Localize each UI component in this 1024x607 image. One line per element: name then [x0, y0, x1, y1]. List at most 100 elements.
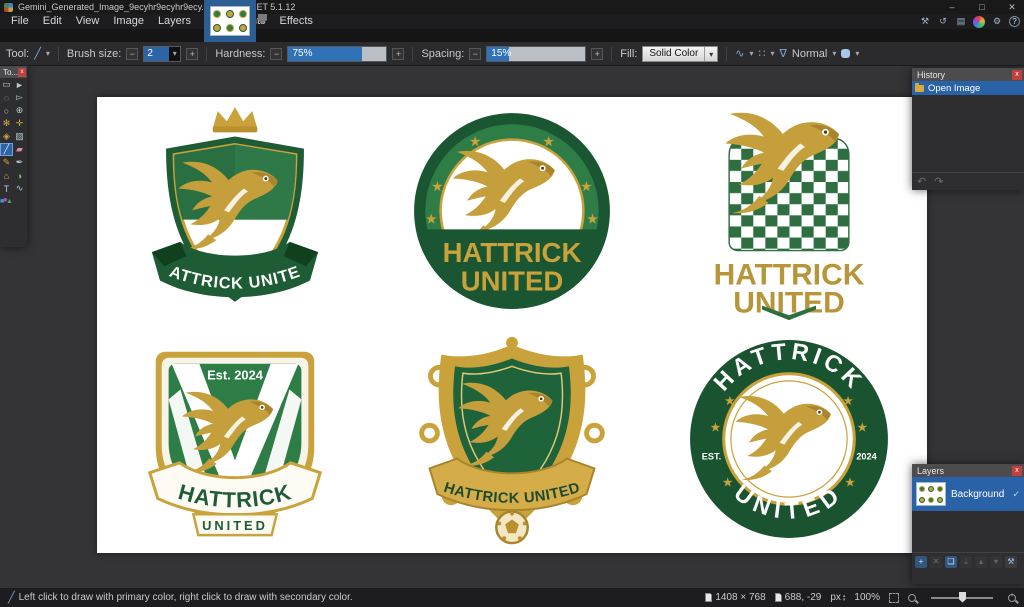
unit-down-icon[interactable]: ▾: [843, 598, 846, 602]
move-layer-up-button[interactable]: ▴: [975, 556, 987, 568]
antialiasing-icon[interactable]: ∿: [735, 47, 744, 60]
brush-size-decrease-button[interactable]: −: [126, 48, 138, 60]
maximize-button[interactable]: □: [976, 0, 988, 14]
title-bar: Gemini_Generated_Image_9ecyhr9ecyhr9ecy.…: [0, 0, 1024, 14]
pan-tool[interactable]: ✛: [13, 117, 26, 130]
history-panel-close-icon[interactable]: x: [1012, 70, 1022, 80]
history-panel-toggle-icon[interactable]: ↺: [937, 16, 949, 28]
image-canvas[interactable]: HATTRICK UNITED ★ ★ ★ ★ ★ ★ HATTRICK UNI…: [97, 97, 927, 553]
settings-icon[interactable]: ⚙: [991, 16, 1003, 28]
blend-mode-icon: ∇: [780, 47, 787, 60]
pencil-tool[interactable]: ✎: [0, 156, 13, 169]
image-size-icon: [705, 593, 712, 602]
cursor-position-indicator: 688, -29: [775, 592, 822, 603]
layers-list-empty-area: [912, 511, 1024, 552]
brush-size-caret-icon[interactable]: ▾: [169, 49, 180, 58]
merge-layer-down-button[interactable]: ⤓: [960, 556, 972, 568]
badge4-ribbon-text: UNITED: [202, 518, 268, 533]
antialiasing-caret-icon[interactable]: ▾: [750, 49, 754, 58]
blend-mode-value[interactable]: Normal: [792, 48, 827, 60]
layer-thumbnail: [916, 482, 946, 506]
zoom-to-window-icon[interactable]: [889, 593, 899, 603]
layers-panel-close-icon[interactable]: x: [1012, 466, 1022, 476]
eraser-tool[interactable]: ▰: [13, 143, 26, 156]
move-layer-down-button[interactable]: ▾: [990, 556, 1002, 568]
delete-layer-button[interactable]: ✕: [930, 556, 942, 568]
badge4-est-text: Est. 2024: [207, 368, 264, 383]
rectangle-select-tool[interactable]: ▭: [0, 78, 13, 91]
paint-bucket-tool[interactable]: ◈: [0, 130, 13, 143]
zoom-slider[interactable]: [931, 597, 993, 599]
menu-effects[interactable]: Effects: [273, 14, 320, 29]
lasso-select-tool[interactable]: ◌: [0, 91, 13, 104]
menu-layers[interactable]: Layers: [151, 14, 198, 29]
gradient-tool[interactable]: ▨: [13, 130, 26, 143]
tool-dropdown-caret-icon[interactable]: ▾: [46, 49, 50, 58]
add-layer-button[interactable]: +: [915, 556, 927, 568]
image-size-indicator: 1408 × 768: [705, 592, 765, 603]
star-icon: ★: [845, 477, 855, 489]
line-curve-tool[interactable]: ∿: [13, 182, 26, 195]
zoom-tool[interactable]: ⊕: [13, 104, 26, 117]
layer-visible-check-icon[interactable]: ✓: [1012, 489, 1020, 500]
zoom-slider-thumb[interactable]: [959, 592, 966, 603]
star-icon: ★: [587, 212, 598, 226]
move-selection-tool[interactable]: ▻: [13, 91, 26, 104]
help-icon[interactable]: ?: [1009, 16, 1020, 27]
blend-mode-caret-icon[interactable]: ▾: [832, 49, 836, 58]
fill-style-dropdown[interactable]: Solid Color ▾: [642, 46, 718, 62]
brush-size-combobox[interactable]: 2 ▾: [143, 46, 181, 62]
zoom-percent-value: 100%: [854, 592, 880, 603]
pixel-sampling-caret-icon[interactable]: ▾: [771, 49, 775, 58]
cursor-position-icon: [775, 593, 782, 602]
brush-size-increase-button[interactable]: +: [186, 48, 198, 60]
tools-panel-close-icon[interactable]: x: [18, 68, 26, 77]
spacing-label: Spacing:: [421, 48, 464, 60]
tools-panel-header[interactable]: To... x: [0, 66, 27, 78]
colors-panel-toggle-icon[interactable]: [973, 16, 985, 28]
recolor-tool[interactable]: ◑: [13, 169, 26, 182]
layers-panel-toggle-icon[interactable]: ▤: [955, 16, 967, 28]
spacing-increase-button[interactable]: +: [591, 48, 603, 60]
undo-icon[interactable]: ↶: [917, 175, 926, 188]
zoom-out-icon[interactable]: −: [908, 594, 916, 602]
tools-panel-toggle-icon[interactable]: ⚒: [919, 16, 931, 28]
menu-file[interactable]: File: [4, 14, 36, 29]
close-button[interactable]: ✕: [1006, 0, 1018, 14]
minimize-button[interactable]: –: [946, 0, 958, 14]
zoom-in-icon[interactable]: +: [1008, 594, 1016, 602]
duplicate-layer-button[interactable]: ❏: [945, 556, 957, 568]
image-tab[interactable]: [204, 0, 256, 42]
hardness-increase-button[interactable]: +: [392, 48, 404, 60]
move-selected-pixels-tool[interactable]: ►: [13, 78, 26, 91]
layer-properties-wrench-icon[interactable]: ⚒: [1005, 556, 1017, 568]
hardness-slider[interactable]: 75%: [287, 46, 387, 62]
shapes-tool[interactable]: ■ ● ▲: [0, 195, 13, 208]
star-icon: ★: [426, 212, 437, 226]
fill-style-caret-icon[interactable]: ▾: [704, 47, 717, 61]
text-tool[interactable]: T: [0, 182, 13, 195]
menu-view[interactable]: View: [69, 14, 107, 29]
redo-icon[interactable]: ↷: [934, 175, 943, 188]
layers-panel-header[interactable]: Layers x: [912, 464, 1024, 477]
spacing-slider[interactable]: 15%: [486, 46, 586, 62]
fill-style-value: Solid Color: [643, 48, 704, 59]
color-picker-tool[interactable]: ✒: [13, 156, 26, 169]
unit-selector[interactable]: px ▴ ▾: [830, 592, 845, 603]
menu-edit[interactable]: Edit: [36, 14, 69, 29]
pixel-sampling-icon[interactable]: ∷: [759, 47, 766, 60]
selection-clipping-caret-icon[interactable]: ▾: [855, 49, 859, 58]
history-panel: History x Open Image ↶ ↷: [912, 68, 1024, 190]
layer-row-background[interactable]: Background ✓: [912, 477, 1024, 511]
selection-clipping-icon[interactable]: [841, 49, 850, 58]
magic-wand-tool[interactable]: ✻: [0, 117, 13, 130]
paintbrush-tool[interactable]: ╱: [0, 143, 13, 156]
menu-image[interactable]: Image: [106, 14, 151, 29]
clone-stamp-tool[interactable]: ⌂: [0, 169, 13, 182]
spacing-decrease-button[interactable]: −: [469, 48, 481, 60]
current-tool-brush-icon[interactable]: ╱: [34, 47, 41, 60]
history-item-open-image[interactable]: Open Image: [912, 81, 1024, 95]
history-panel-header[interactable]: History x: [912, 68, 1024, 81]
ellipse-select-tool[interactable]: ○: [0, 104, 13, 117]
hardness-decrease-button[interactable]: −: [270, 48, 282, 60]
